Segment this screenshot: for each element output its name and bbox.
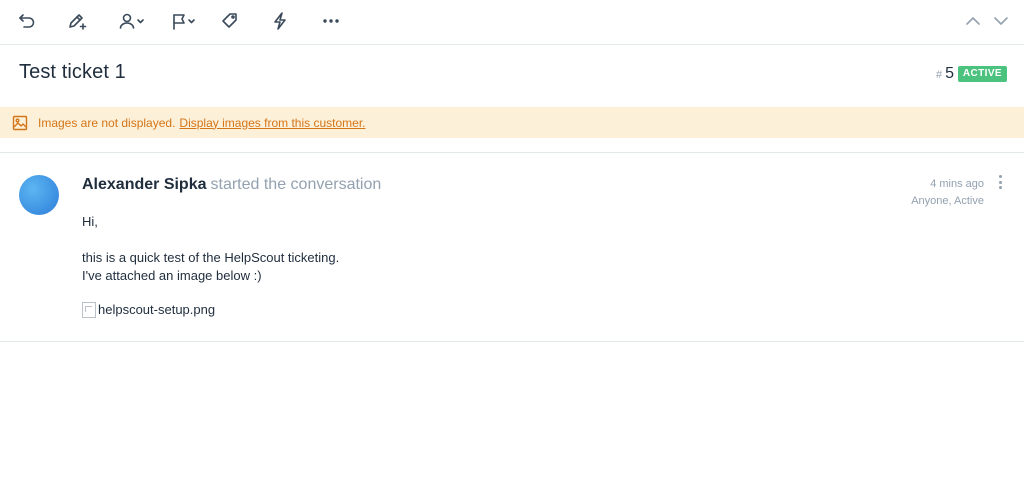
kebab-dot bbox=[998, 186, 1002, 189]
status-button[interactable] bbox=[169, 8, 199, 34]
assign-button[interactable] bbox=[117, 8, 147, 34]
thread-timestamp: 4 mins ago bbox=[930, 178, 984, 190]
tag-button[interactable] bbox=[219, 8, 241, 34]
next-ticket-button[interactable] bbox=[990, 8, 1012, 34]
previous-arrow-icon bbox=[966, 17, 980, 25]
avatar[interactable] bbox=[19, 175, 59, 215]
message-line: this is a quick test of the HelpScout ti… bbox=[82, 250, 340, 265]
thread-header: Alexander Sipka started the conversation bbox=[82, 176, 381, 194]
banner-message: Images are not displayed. bbox=[38, 115, 176, 130]
workflow-icon bbox=[274, 12, 286, 30]
undo-button[interactable] bbox=[16, 8, 38, 34]
workflow-button[interactable] bbox=[270, 8, 290, 34]
edit-note-icon bbox=[69, 14, 87, 30]
attachment-alt-text: helpscout-setup.png bbox=[98, 302, 216, 317]
more-actions-button[interactable] bbox=[320, 8, 342, 34]
broken-image-icon bbox=[82, 302, 96, 318]
status-flag-icon bbox=[173, 14, 195, 30]
author-name[interactable]: Alexander Sipka bbox=[82, 176, 207, 193]
ticket-number-value: 5 bbox=[945, 65, 954, 82]
attachment-image[interactable]: helpscout-setup.png bbox=[82, 301, 339, 319]
status-badge: ACTIVE bbox=[957, 66, 1007, 82]
ticket-number: #5 bbox=[936, 65, 954, 83]
next-arrow-icon bbox=[994, 17, 1008, 25]
message-line: I've attached an image below :) bbox=[82, 268, 262, 283]
assign-user-icon bbox=[119, 13, 144, 29]
message-body: Hi, this is a quick test of the HelpScou… bbox=[82, 213, 339, 319]
tag-icon bbox=[222, 13, 237, 28]
more-icon bbox=[323, 19, 339, 23]
images-blocked-banner: Images are not displayed. Display images… bbox=[0, 107, 1024, 138]
thread-menu-button[interactable] bbox=[995, 175, 1005, 189]
ticket-title: Test ticket 1 bbox=[19, 61, 126, 83]
kebab-dot bbox=[998, 180, 1002, 184]
thread-assignee-status: Anyone, Active bbox=[911, 195, 984, 207]
undo-icon bbox=[19, 14, 35, 28]
display-images-link[interactable]: Display images from this customer. bbox=[179, 116, 365, 130]
add-note-button[interactable] bbox=[65, 8, 89, 34]
image-icon bbox=[12, 115, 28, 131]
toolbar bbox=[0, 0, 1024, 45]
previous-ticket-button[interactable] bbox=[962, 8, 984, 34]
kebab-dot bbox=[998, 175, 1002, 178]
ticket-number-hash: # bbox=[935, 69, 943, 81]
conversation-thread: Alexander Sipka started the conversation … bbox=[0, 153, 1024, 342]
thread-action: started the conversation bbox=[210, 176, 382, 193]
ticket-header: Test ticket 1 #5 ACTIVE bbox=[0, 45, 1024, 105]
message-greeting: Hi, bbox=[82, 214, 98, 229]
